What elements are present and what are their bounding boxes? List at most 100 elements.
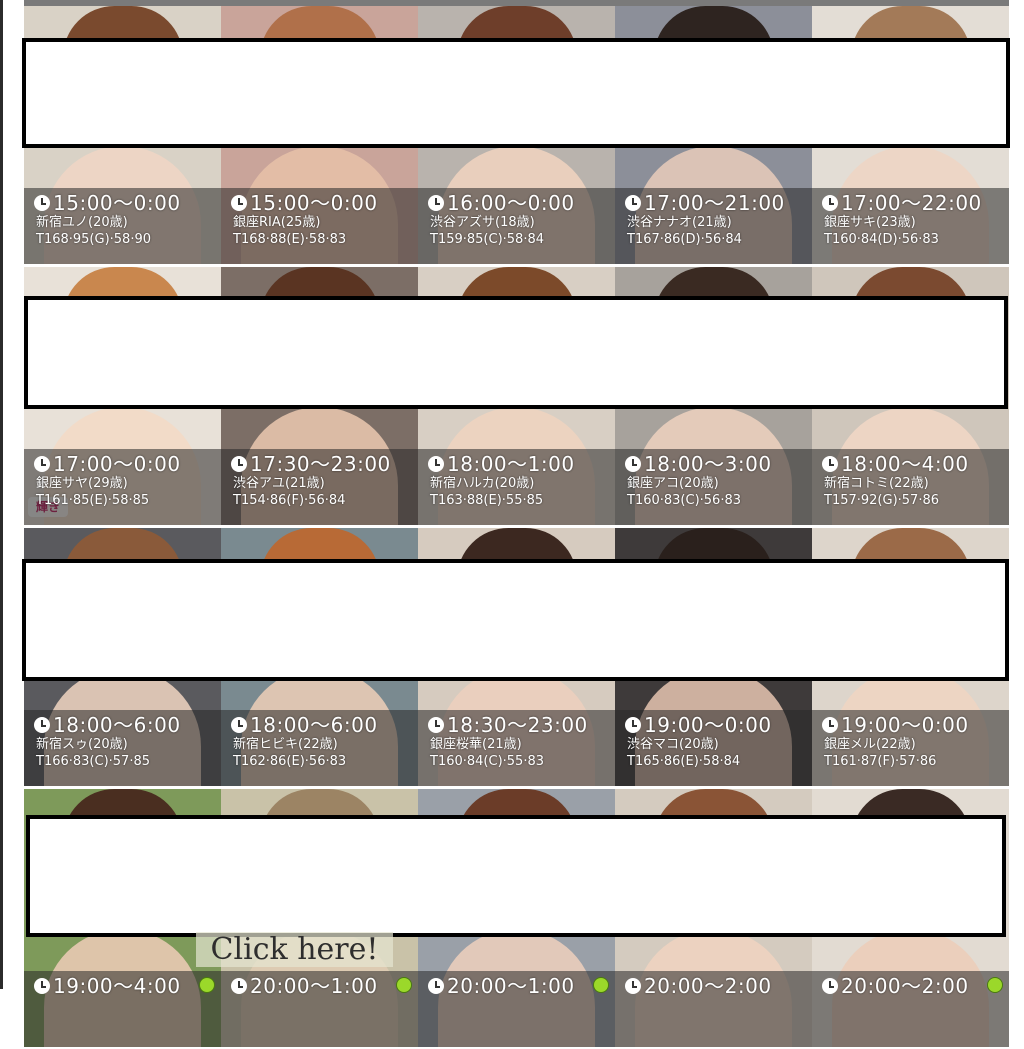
clock-icon	[34, 978, 50, 994]
cast-name: 新宿コトミ(22歳)	[824, 476, 929, 491]
clock-icon	[822, 456, 838, 472]
shift-time: 18:00〜4:00	[841, 452, 969, 476]
cast-stats: T160·83(C)·56·83	[627, 493, 741, 508]
cast-stats: T161·87(F)·57·86	[824, 754, 937, 769]
clock-icon	[822, 195, 838, 211]
clock-icon	[625, 978, 641, 994]
cast-stats: T160·84(C)·55·83	[430, 754, 544, 769]
redaction-box	[24, 296, 1008, 409]
shift-time: 18:00〜1:00	[447, 452, 575, 476]
cast-stats: T157·92(G)·57·86	[824, 493, 939, 508]
clock-icon	[822, 978, 838, 994]
click-here-banner[interactable]: Click here!	[196, 932, 393, 967]
clock-icon	[231, 717, 247, 733]
shift-time: 15:00〜0:00	[250, 191, 378, 215]
clock-icon	[34, 195, 50, 211]
cast-info: 17:00〜22:00 銀座サキ(23歳) T160·84(D)·56·83	[812, 188, 1009, 264]
shift-time: 17:00〜21:00	[644, 191, 785, 215]
cast-name: 銀座アコ(20歳)	[627, 476, 719, 491]
cast-info: 18:00〜1:00 新宿ハルカ(20歳) T163·88(E)·55·85	[418, 449, 615, 525]
new-icon	[593, 977, 609, 993]
cast-info: 18:00〜3:00 銀座アコ(20歳) T160·83(C)·56·83	[615, 449, 812, 525]
cast-name: 銀座RIA(25歳)	[233, 215, 321, 230]
cast-info: 20:00〜2:00	[812, 971, 1009, 1047]
cast-info: 17:00〜0:00 銀座サヤ(29歳) T161·85(E)·58·85	[24, 449, 221, 525]
shift-time: 15:00〜0:00	[53, 191, 181, 215]
cast-name: 新宿ヒビキ(22歳)	[233, 737, 338, 752]
new-icon	[396, 977, 412, 993]
cast-stats: T160·84(D)·56·83	[824, 232, 939, 247]
cast-name: 銀座サキ(23歳)	[824, 215, 916, 230]
cast-stats: T168·95(G)·58·90	[36, 232, 151, 247]
clock-icon	[34, 717, 50, 733]
cast-name: 渋谷アユ(21歳)	[233, 476, 325, 491]
shift-time: 20:00〜2:00	[841, 974, 969, 998]
cast-info: 20:00〜1:00	[221, 971, 418, 1047]
shift-time: 17:00〜22:00	[841, 191, 982, 215]
clock-icon	[625, 717, 641, 733]
cast-stats: T167·86(D)·56·84	[627, 232, 742, 247]
cast-name: 渋谷アズサ(18歳)	[430, 215, 535, 230]
cast-name: 銀座メル(22歳)	[824, 737, 916, 752]
clock-icon	[428, 456, 444, 472]
shift-time: 18:00〜3:00	[644, 452, 772, 476]
new-icon	[987, 977, 1003, 993]
shift-time: 20:00〜2:00	[644, 974, 772, 998]
clock-icon	[231, 456, 247, 472]
cast-info: 17:30〜23:00 渋谷アユ(21歳) T154·86(F)·56·84	[221, 449, 418, 525]
cast-info: 16:00〜0:00 渋谷アズサ(18歳) T159·85(C)·58·84	[418, 188, 615, 264]
shift-time: 19:00〜0:00	[644, 713, 772, 737]
clock-icon	[428, 978, 444, 994]
cast-name: 銀座サヤ(29歳)	[36, 476, 128, 491]
shift-time: 17:30〜23:00	[250, 452, 391, 476]
cast-stats: T168·88(E)·58·83	[233, 232, 347, 247]
cast-info: 15:00〜0:00 新宿ユノ(20歳) T168·95(G)·58·90	[24, 188, 221, 264]
cast-stats: T165·86(E)·58·84	[627, 754, 741, 769]
clock-icon	[231, 978, 247, 994]
cast-name: 新宿スゥ(20歳)	[36, 737, 128, 752]
cast-stats: T166·83(C)·57·85	[36, 754, 150, 769]
shift-time: 20:00〜1:00	[447, 974, 575, 998]
cast-info: 19:00〜0:00 渋谷マコ(20歳) T165·86(E)·58·84	[615, 710, 812, 786]
cast-name: 銀座桜華(21歳)	[430, 737, 522, 752]
redaction-box	[22, 559, 1009, 681]
cast-info: 20:00〜2:00	[615, 971, 812, 1047]
shift-time: 17:00〜0:00	[53, 452, 181, 476]
shift-time: 18:00〜6:00	[53, 713, 181, 737]
left-rule	[0, 0, 3, 989]
shift-time: 18:30〜23:00	[447, 713, 588, 737]
redaction-box	[22, 38, 1010, 148]
cast-stats: T162·86(E)·56·83	[233, 754, 347, 769]
shift-time: 16:00〜0:00	[447, 191, 575, 215]
cast-stats: T161·85(E)·58·85	[36, 493, 150, 508]
redaction-box	[26, 815, 1006, 937]
clock-icon	[625, 195, 641, 211]
clock-icon	[428, 195, 444, 211]
clock-icon	[34, 456, 50, 472]
shift-time: 20:00〜1:00	[250, 974, 378, 998]
cast-info: 18:00〜6:00 新宿ヒビキ(22歳) T162·86(E)·56·83	[221, 710, 418, 786]
cast-info: 18:00〜6:00 新宿スゥ(20歳) T166·83(C)·57·85	[24, 710, 221, 786]
cast-stats: T154·86(F)·56·84	[233, 493, 346, 508]
cast-info: 19:00〜4:00	[24, 971, 221, 1047]
cast-info: 18:00〜4:00 新宿コトミ(22歳) T157·92(G)·57·86	[812, 449, 1009, 525]
new-icon	[199, 977, 215, 993]
shift-time: 18:00〜6:00	[250, 713, 378, 737]
shift-time: 19:00〜0:00	[841, 713, 969, 737]
cast-stats: T159·85(C)·58·84	[430, 232, 544, 247]
clock-icon	[428, 717, 444, 733]
cast-info: 15:00〜0:00 銀座RIA(25歳) T168·88(E)·58·83	[221, 188, 418, 264]
cast-info: 19:00〜0:00 銀座メル(22歳) T161·87(F)·57·86	[812, 710, 1009, 786]
clock-icon	[625, 456, 641, 472]
cast-name: 渋谷マコ(20歳)	[627, 737, 719, 752]
cast-name: 渋谷ナナオ(21歳)	[627, 215, 732, 230]
cast-name: 新宿ハルカ(20歳)	[430, 476, 535, 491]
clock-icon	[231, 195, 247, 211]
cast-info: 17:00〜21:00 渋谷ナナオ(21歳) T167·86(D)·56·84	[615, 188, 812, 264]
shift-time: 19:00〜4:00	[53, 974, 181, 998]
cast-name: 新宿ユノ(20歳)	[36, 215, 128, 230]
cast-info: 20:00〜1:00	[418, 971, 615, 1047]
cast-info: 18:30〜23:00 銀座桜華(21歳) T160·84(C)·55·83	[418, 710, 615, 786]
clock-icon	[822, 717, 838, 733]
cast-stats: T163·88(E)·55·85	[430, 493, 544, 508]
